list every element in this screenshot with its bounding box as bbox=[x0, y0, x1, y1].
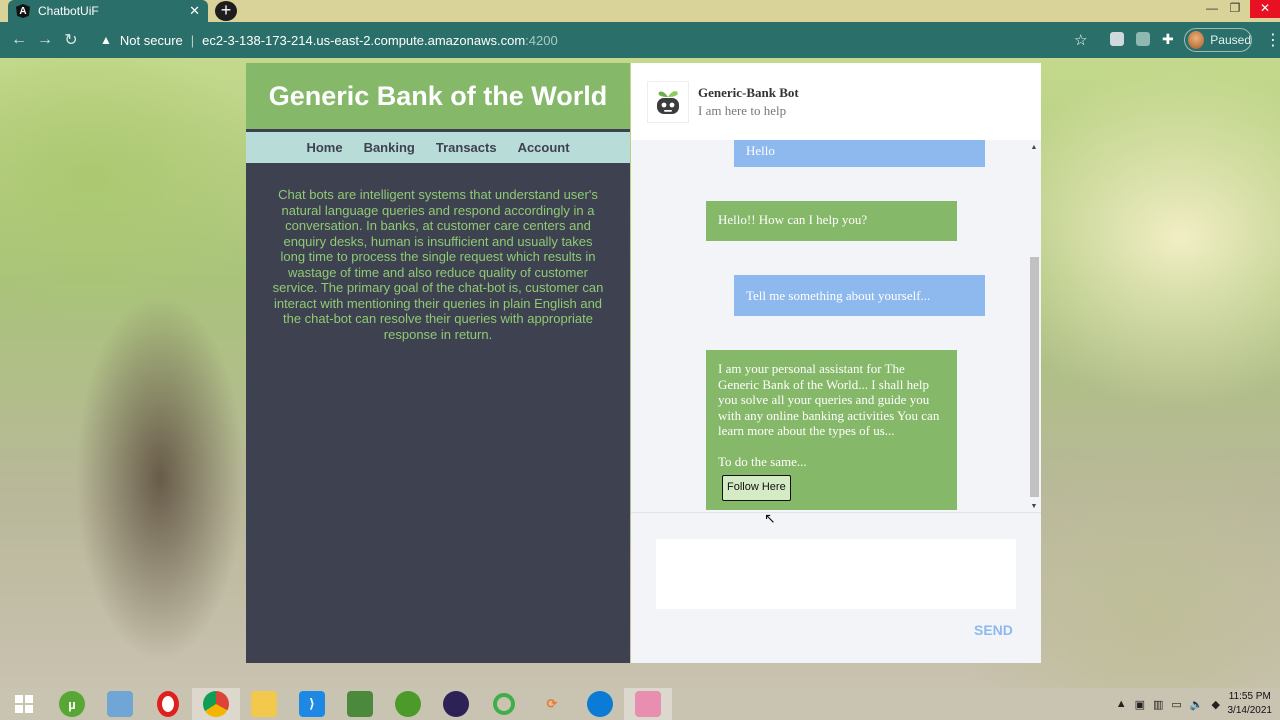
chat-panel: Generic-Bank Bot I am here to help Hello… bbox=[631, 63, 1041, 663]
notepad-icon[interactable] bbox=[96, 688, 144, 720]
address-bar[interactable]: ▲ Not secure | ec2-3-138-173-214.us-east… bbox=[90, 26, 1100, 54]
nav-transacts[interactable]: Transacts bbox=[436, 140, 497, 155]
follow-here-button[interactable]: Follow Here bbox=[722, 475, 791, 501]
taskbar-clock[interactable]: 11:55 PM 3/14/2021 bbox=[1228, 690, 1273, 718]
message-text: I am your personal assistant for The Gen… bbox=[718, 361, 940, 438]
browser-tab-strip: A ChatbotUiF ✕ + — ❐ ✕ bbox=[0, 0, 1280, 22]
reload-icon[interactable]: ↻ bbox=[58, 30, 84, 50]
message-text: Hello!! How can I help you? bbox=[718, 212, 868, 227]
chat-scrollbar[interactable]: ▲ ▼ bbox=[1028, 140, 1040, 510]
address-separator: | bbox=[190, 32, 195, 48]
browser-menu-icon[interactable]: ⋮ bbox=[1265, 30, 1280, 50]
chat-header: Generic-Bank Bot I am here to help bbox=[631, 63, 1041, 140]
chrome-icon[interactable] bbox=[192, 688, 240, 720]
nav-home[interactable]: Home bbox=[306, 140, 342, 155]
nav-account[interactable]: Account bbox=[518, 140, 570, 155]
puzzle-extensions-icon[interactable]: ✚ bbox=[1162, 32, 1176, 46]
not-secure-label: Not secure bbox=[119, 32, 183, 48]
bank-panel: Generic Bank of the World Home Banking T… bbox=[246, 63, 630, 663]
file-explorer-icon[interactable] bbox=[240, 688, 288, 720]
bookmark-star-icon[interactable]: ☆ bbox=[1074, 31, 1087, 49]
message-text: To do the same... bbox=[718, 453, 807, 469]
tray-app-icon[interactable]: ▣ bbox=[1135, 698, 1145, 711]
browser-tab[interactable]: A ChatbotUiF ✕ bbox=[8, 0, 208, 22]
bank-description: Chat bots are intelligent systems that u… bbox=[272, 187, 604, 342]
scroll-thumb[interactable] bbox=[1030, 257, 1039, 497]
system-tray: ▲ ▣ ▥ ▭ 🔈 ◆ bbox=[1116, 688, 1220, 720]
bot-logo-icon bbox=[647, 80, 689, 123]
mouse-cursor-icon: ↖ bbox=[764, 510, 776, 526]
network-icon[interactable]: ▭ bbox=[1171, 698, 1181, 711]
python-ide-icon[interactable] bbox=[336, 688, 384, 720]
tab-title: ChatbotUiF bbox=[38, 4, 99, 18]
clock-time: 11:55 PM bbox=[1228, 691, 1271, 702]
taskbar: µ ⟩ ⟳ ▲ ▣ ▥ ▭ 🔈 ◆ 11:55 PM 3/14/2021 bbox=[0, 688, 1280, 720]
new-tab-button[interactable]: + bbox=[215, 1, 237, 21]
dropbox-icon[interactable]: ◆ bbox=[1212, 698, 1220, 711]
message-text: Hello bbox=[746, 143, 775, 158]
vscode-icon[interactable]: ⟩ bbox=[288, 688, 336, 720]
utorrent-icon[interactable]: µ bbox=[48, 688, 96, 720]
scroll-up-icon[interactable]: ▲ bbox=[1028, 144, 1040, 151]
extension-icon[interactable] bbox=[1136, 32, 1150, 46]
warning-icon: ▲ bbox=[100, 33, 112, 47]
user-message: Hello bbox=[734, 140, 985, 167]
scroll-down-icon[interactable]: ▼ bbox=[1028, 503, 1040, 510]
tray-app-icon[interactable]: ▥ bbox=[1153, 698, 1163, 711]
profile-status: Paused bbox=[1210, 33, 1251, 47]
chat-compose: SEND bbox=[631, 512, 1041, 663]
extension-icon[interactable] bbox=[1110, 32, 1124, 46]
spinner-app-icon[interactable] bbox=[480, 688, 528, 720]
spring-tool-icon[interactable] bbox=[384, 688, 432, 720]
send-button[interactable]: SEND bbox=[974, 622, 1013, 638]
chat-input[interactable] bbox=[656, 539, 1016, 609]
window-close-icon[interactable]: ✕ bbox=[1250, 0, 1280, 18]
url-port: :4200 bbox=[525, 32, 558, 48]
chat-messages[interactable]: Hello Hello!! How can I help you? Tell m… bbox=[631, 140, 1041, 510]
bot-message: Hello!! How can I help you? bbox=[706, 201, 957, 241]
browser-toolbar: ← → ↻ ▲ Not secure | ec2-3-138-173-214.u… bbox=[0, 22, 1280, 58]
angular-favicon-icon: A bbox=[16, 4, 30, 18]
jupyter-icon[interactable]: ⟳ bbox=[528, 688, 576, 720]
clock-date: 3/14/2021 bbox=[1227, 705, 1273, 716]
volume-icon[interactable]: 🔈 bbox=[1190, 698, 1204, 711]
bank-header: Generic Bank of the World bbox=[246, 63, 630, 129]
forward-icon[interactable]: → bbox=[32, 31, 58, 49]
message-text: Tell me something about yourself... bbox=[746, 288, 931, 303]
minimize-icon[interactable]: — bbox=[1200, 0, 1224, 18]
page-viewport: Generic Bank of the World Home Banking T… bbox=[0, 58, 1280, 688]
snip-tool-icon[interactable] bbox=[624, 688, 672, 720]
nav-banking[interactable]: Banking bbox=[364, 140, 415, 155]
profile-button[interactable]: Paused bbox=[1184, 28, 1252, 52]
bank-nav: Home Banking Transacts Account bbox=[246, 132, 630, 163]
start-windows-icon[interactable] bbox=[0, 688, 48, 720]
maximize-icon[interactable]: ❐ bbox=[1223, 0, 1247, 18]
eclipse-icon[interactable] bbox=[432, 688, 480, 720]
tray-expand-icon[interactable]: ▲ bbox=[1116, 698, 1127, 710]
bot-message: I am your personal assistant for The Gen… bbox=[706, 350, 957, 510]
back-icon[interactable]: ← bbox=[6, 31, 32, 49]
user-message: Tell me something about yourself... bbox=[734, 275, 985, 316]
bot-subtitle: I am here to help bbox=[698, 102, 787, 118]
tab-close-icon[interactable]: ✕ bbox=[189, 3, 200, 19]
url-host: ec2-3-138-173-214.us-east-2.compute.amaz… bbox=[202, 32, 526, 48]
bank-title: Generic Bank of the World bbox=[268, 80, 608, 111]
opera-icon[interactable] bbox=[144, 688, 192, 720]
edge-icon[interactable] bbox=[576, 688, 624, 720]
profile-avatar bbox=[1188, 31, 1205, 49]
bot-name: Generic-Bank Bot bbox=[698, 84, 799, 100]
